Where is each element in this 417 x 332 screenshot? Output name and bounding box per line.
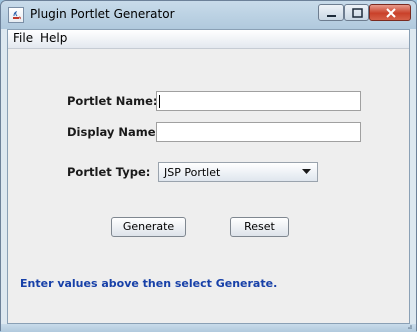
menu-file[interactable]: File — [13, 31, 33, 45]
generate-button[interactable]: Generate — [111, 217, 186, 237]
status-message: Enter values above then select Generate. — [20, 277, 278, 290]
minimize-icon — [327, 15, 336, 17]
client-area: File Help Portlet Name: Display Name: Po… — [7, 29, 410, 324]
display-name-field[interactable] — [156, 122, 361, 142]
java-coffee-cup-icon[interactable] — [8, 7, 24, 23]
text-cursor — [159, 95, 160, 108]
minimize-button[interactable] — [318, 4, 344, 21]
portlet-name-field[interactable] — [156, 91, 361, 111]
portlet-type-select[interactable]: JSP Portlet — [158, 162, 318, 182]
portlet-name-label: Portlet Name: — [67, 94, 158, 108]
chevron-down-icon — [302, 169, 311, 174]
menu-help[interactable]: Help — [40, 31, 67, 45]
application-window: Plugin Portlet Generator File Help Portl… — [0, 0, 417, 332]
reset-button[interactable]: Reset — [230, 217, 289, 237]
close-icon — [386, 8, 396, 18]
maximize-button[interactable] — [344, 4, 369, 21]
portlet-form: Portlet Name: Display Name: Portlet Type… — [8, 48, 409, 323]
display-name-label: Display Name: — [67, 125, 161, 139]
close-button[interactable] — [369, 4, 411, 21]
title-bar[interactable]: Plugin Portlet Generator — [1, 1, 416, 29]
resize-grip-icon[interactable] — [406, 325, 412, 331]
maximize-icon — [352, 8, 363, 18]
portlet-type-value: JSP Portlet — [164, 166, 221, 179]
window-title: Plugin Portlet Generator — [30, 7, 175, 21]
portlet-type-label: Portlet Type: — [67, 165, 151, 179]
menu-bar: File Help — [8, 30, 409, 49]
